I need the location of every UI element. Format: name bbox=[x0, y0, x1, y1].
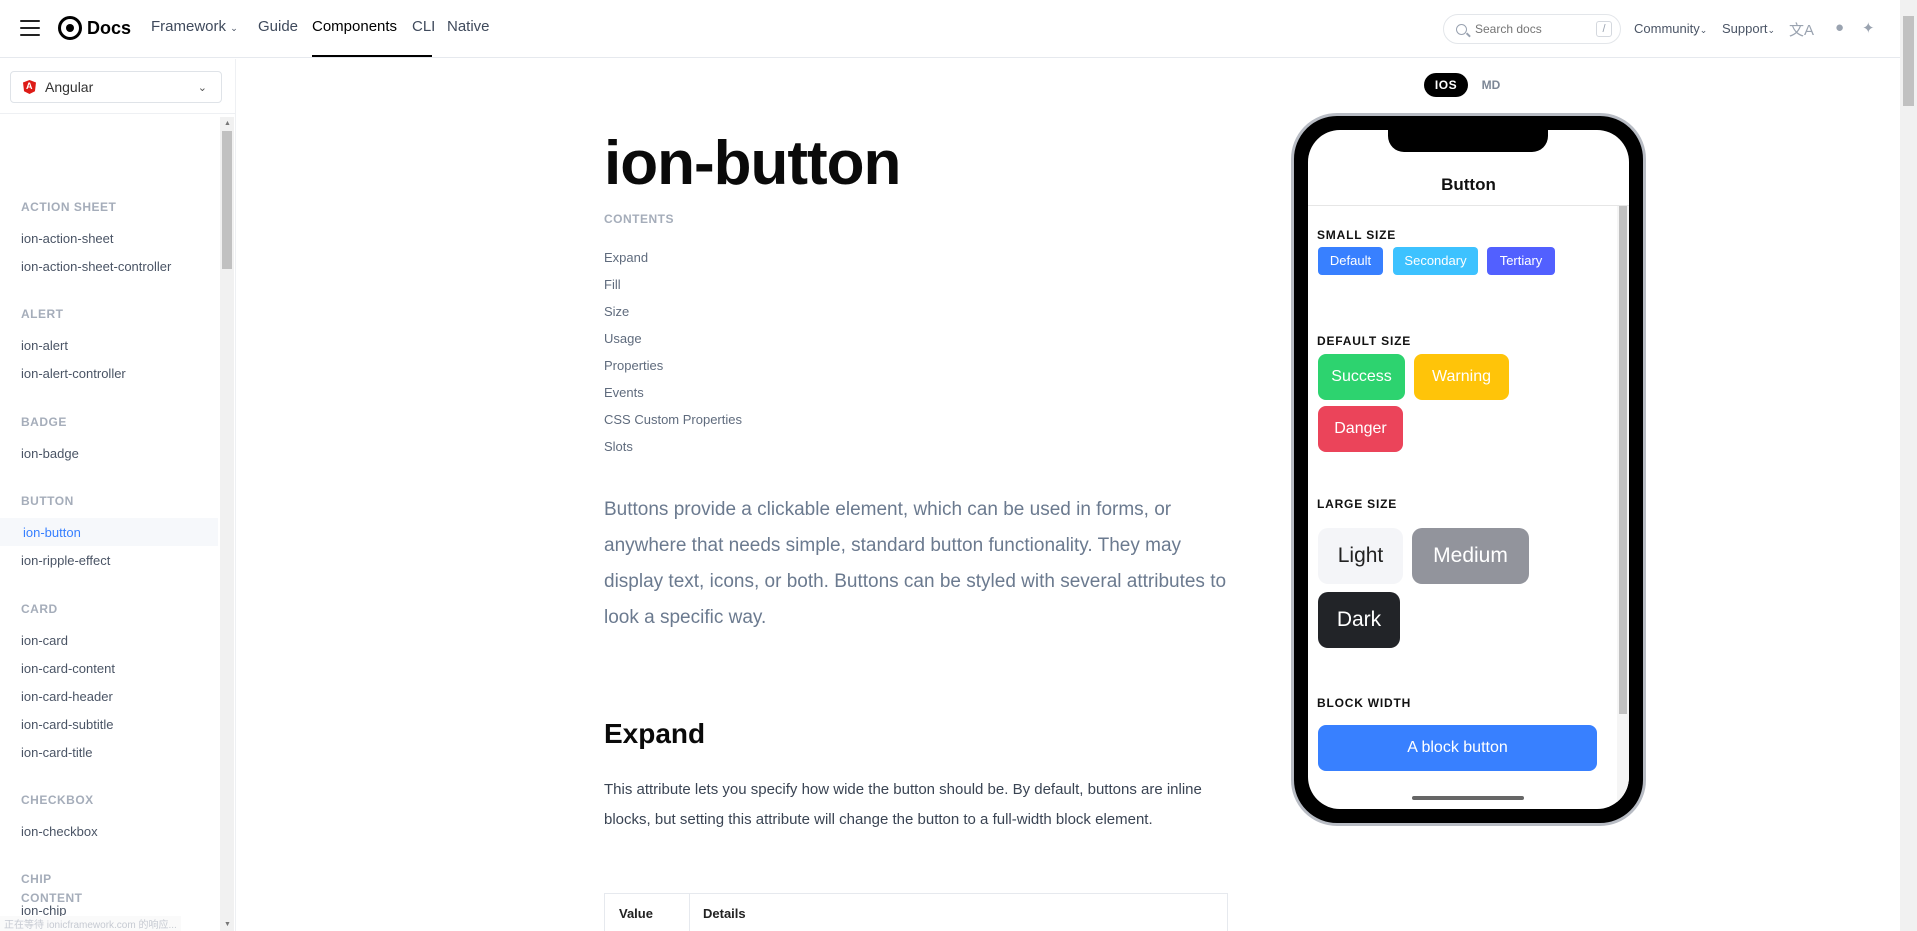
nav-guide[interactable]: Guide bbox=[258, 18, 298, 35]
mode-md-toggle[interactable]: MD bbox=[1474, 73, 1508, 97]
section-chip: CHIP bbox=[21, 872, 52, 886]
medium-button[interactable]: Medium bbox=[1412, 528, 1529, 584]
expand-table: Value Details bbox=[604, 893, 1228, 931]
section-card: CARD bbox=[21, 602, 58, 616]
phone-preview: Button SMALL SIZE Default Secondary Tert… bbox=[1291, 113, 1646, 826]
contents-label: CONTENTS bbox=[604, 212, 674, 226]
section-alert: ALERT bbox=[21, 307, 64, 321]
block-width-label: BLOCK WIDTH bbox=[1317, 696, 1412, 710]
top-header: Docs Framework ⌄ Guide Components CLI Na… bbox=[0, 0, 1900, 58]
table-header-value: Value bbox=[619, 906, 653, 921]
success-button[interactable]: Success bbox=[1318, 354, 1405, 400]
framework-select[interactable]: Angular ⌄ bbox=[10, 71, 222, 103]
sidebar-item-ion-alert[interactable]: ion-alert bbox=[21, 338, 68, 353]
tertiary-button[interactable]: Tertiary bbox=[1487, 247, 1555, 275]
small-size-label: SMALL SIZE bbox=[1317, 228, 1397, 242]
logo[interactable]: Docs bbox=[58, 16, 131, 40]
translate-icon[interactable]: 文A bbox=[1789, 19, 1814, 40]
mode-ios-toggle[interactable]: IOS bbox=[1424, 73, 1468, 97]
large-size-label: LARGE SIZE bbox=[1317, 497, 1398, 511]
toc-item-fill[interactable]: Fill bbox=[604, 277, 621, 292]
section-button: BUTTON bbox=[21, 494, 74, 508]
section-content: CONTENT bbox=[21, 891, 83, 905]
sidebar-divider bbox=[0, 113, 236, 114]
framework-select-value: Angular bbox=[45, 79, 94, 95]
toc-item-size[interactable]: Size bbox=[604, 304, 629, 319]
ionic-logo-icon bbox=[58, 16, 82, 40]
support-menu[interactable]: Support⌄ bbox=[1722, 21, 1775, 36]
github-icon[interactable]: ● bbox=[1835, 19, 1844, 36]
nav-native[interactable]: Native bbox=[447, 18, 490, 35]
danger-button[interactable]: Danger bbox=[1318, 406, 1403, 452]
expand-heading: Expand bbox=[604, 718, 706, 749]
page-title: ion-button bbox=[604, 129, 901, 198]
warning-button[interactable]: Warning bbox=[1414, 354, 1509, 400]
sidebar-item-ion-alert-controller[interactable]: ion-alert-controller bbox=[21, 366, 126, 381]
sidebar-item-ion-button[interactable]: ion-button bbox=[23, 525, 81, 540]
logo-text: Docs bbox=[87, 17, 132, 38]
sidebar: Angular ⌄ ACTION SHEET ion-action-sheet … bbox=[0, 59, 236, 931]
phone-screen: Button SMALL SIZE Default Secondary Tert… bbox=[1308, 130, 1629, 809]
toc-item-properties[interactable]: Properties bbox=[604, 358, 663, 373]
phone-scroll-thumb[interactable] bbox=[1619, 206, 1627, 714]
table-header-details: Details bbox=[703, 906, 746, 921]
section-badge: BADGE bbox=[21, 415, 67, 429]
search-input[interactable] bbox=[1475, 22, 1595, 36]
app-header-divider bbox=[1308, 205, 1629, 206]
sidebar-item-ion-action-sheet[interactable]: ion-action-sheet bbox=[21, 231, 114, 246]
scroll-up-icon[interactable]: ▲ bbox=[224, 120, 231, 127]
sidebar-item-ion-badge[interactable]: ion-badge bbox=[21, 446, 79, 461]
sidebar-nav: ACTION SHEET ion-action-sheet ion-action… bbox=[0, 115, 218, 931]
sidebar-scroll-thumb[interactable] bbox=[222, 131, 232, 269]
page: Docs Framework ⌄ Guide Components CLI Na… bbox=[0, 0, 1917, 931]
nav-components[interactable]: Components bbox=[312, 18, 397, 35]
block-button[interactable]: A block button bbox=[1318, 725, 1597, 771]
sidebar-scrollbar[interactable]: ▲ ▼ bbox=[220, 117, 234, 931]
chevron-down-icon: ⌄ bbox=[197, 82, 207, 94]
dark-button[interactable]: Dark bbox=[1318, 592, 1400, 648]
search-icon bbox=[1456, 23, 1467, 35]
phone-notch bbox=[1388, 130, 1548, 152]
sidebar-item-ion-card-subtitle[interactable]: ion-card-subtitle bbox=[21, 717, 114, 732]
phone-scrollbar[interactable] bbox=[1617, 206, 1629, 809]
expand-paragraph: This attribute lets you specify how wide… bbox=[604, 781, 1202, 828]
scroll-down-icon[interactable]: ▼ bbox=[224, 921, 231, 928]
sidebar-item-ion-checkbox[interactable]: ion-checkbox bbox=[21, 824, 98, 839]
secondary-button[interactable]: Secondary bbox=[1393, 247, 1478, 275]
default-button[interactable]: Default bbox=[1318, 247, 1383, 275]
angular-icon bbox=[23, 80, 36, 94]
page-scrollbar[interactable] bbox=[1900, 0, 1917, 931]
section-checkbox: CHECKBOX bbox=[21, 793, 94, 807]
search-shortcut-key: / bbox=[1596, 21, 1612, 37]
sidebar-item-ion-ripple-effect[interactable]: ion-ripple-effect bbox=[21, 553, 110, 568]
home-indicator bbox=[1412, 796, 1524, 800]
nav-framework[interactable]: Framework ⌄ bbox=[151, 18, 238, 35]
nav-cli[interactable]: CLI bbox=[412, 18, 435, 35]
page-scroll-thumb[interactable] bbox=[1903, 16, 1914, 106]
nav-active-underline bbox=[312, 55, 432, 57]
sidebar-item-ion-card-header[interactable]: ion-card-header bbox=[21, 689, 113, 704]
app-title: Button bbox=[1441, 175, 1496, 194]
toc-item-expand[interactable]: Expand bbox=[604, 250, 648, 265]
sidebar-item-ion-card-title[interactable]: ion-card-title bbox=[21, 745, 93, 760]
table-column-divider bbox=[689, 894, 690, 931]
default-size-label: DEFAULT SIZE bbox=[1317, 334, 1412, 348]
sidebar-item-ion-action-sheet-controller[interactable]: ion-action-sheet-controller bbox=[21, 259, 171, 274]
light-button[interactable]: Light bbox=[1318, 528, 1403, 584]
status-bar-url: 正在等待 ionicframework.com 的响应... bbox=[0, 916, 181, 931]
twitter-icon[interactable]: ✦ bbox=[1862, 19, 1875, 37]
intro-paragraph: Buttons provide a clickable element, whi… bbox=[604, 499, 1227, 628]
community-menu[interactable]: Community⌄ bbox=[1634, 21, 1707, 36]
toc-item-css-custom-properties[interactable]: CSS Custom Properties bbox=[604, 412, 742, 427]
toc-item-slots[interactable]: Slots bbox=[604, 439, 633, 454]
toc-item-usage[interactable]: Usage bbox=[604, 331, 642, 346]
search-box[interactable]: / bbox=[1443, 14, 1621, 44]
section-action-sheet: ACTION SHEET bbox=[21, 200, 117, 214]
sidebar-item-ion-card[interactable]: ion-card bbox=[21, 633, 68, 648]
sidebar-item-ion-card-content[interactable]: ion-card-content bbox=[21, 661, 115, 676]
toc-item-events[interactable]: Events bbox=[604, 385, 644, 400]
menu-icon[interactable] bbox=[20, 20, 40, 36]
